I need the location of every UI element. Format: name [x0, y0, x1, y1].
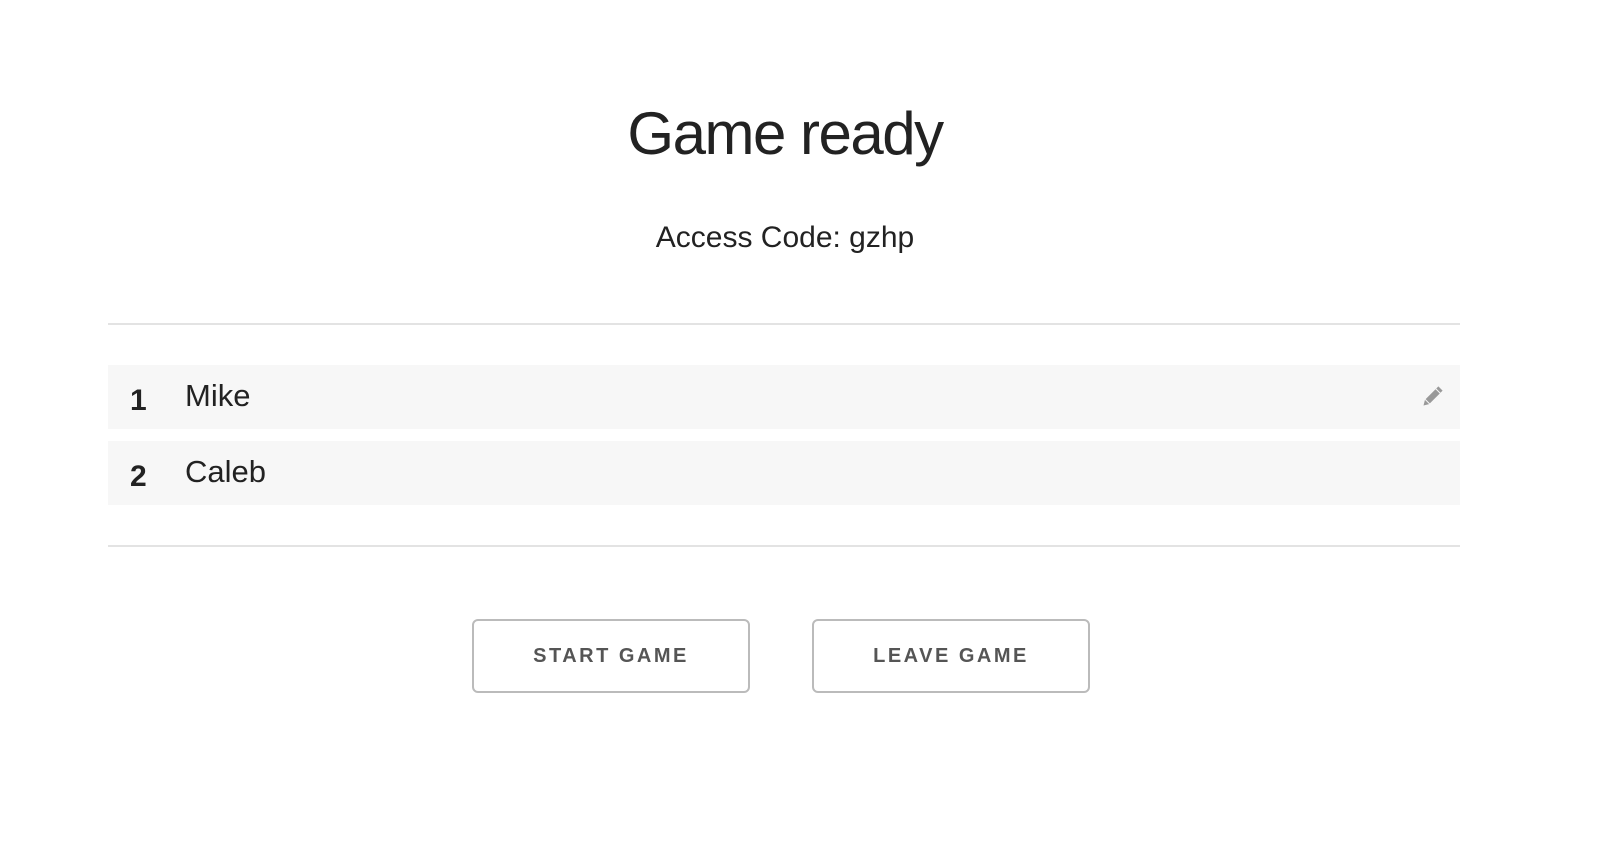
player-row: 1 Mike	[108, 365, 1460, 429]
leave-game-button[interactable]: LEAVE GAME	[812, 619, 1090, 693]
player-list: 1 Mike 2 Caleb	[108, 365, 1460, 517]
page-title: Game ready	[627, 100, 944, 167]
top-divider	[108, 323, 1460, 325]
player-number: 2	[130, 460, 147, 493]
pencil-icon[interactable]	[1418, 383, 1446, 411]
pencil-icon-graphic	[1423, 386, 1443, 406]
bottom-divider	[108, 545, 1460, 547]
access-code: Access Code: gzhp	[655, 221, 915, 254]
player-number: 1	[130, 384, 147, 417]
game-lobby: Game ready Access Code: gzhp 1 Mike 2 Ca…	[0, 0, 1616, 854]
player-name: Caleb	[185, 454, 266, 489]
player-name: Mike	[185, 378, 251, 413]
player-row: 2 Caleb	[108, 441, 1460, 505]
start-game-button[interactable]: START GAME	[472, 619, 750, 693]
